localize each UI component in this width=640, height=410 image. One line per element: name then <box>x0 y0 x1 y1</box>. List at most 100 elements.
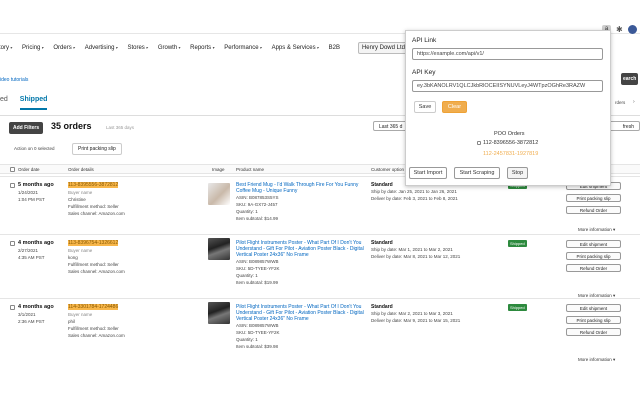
shipping-service: Standard <box>371 304 393 310</box>
asin: ASIN: B087853S5YS <box>236 195 279 200</box>
quantity: Quantity: 1 <box>236 209 258 214</box>
shipping-service: Standard <box>371 182 393 188</box>
order-age: 4 months ago <box>18 240 54 246</box>
product-name-line3[interactable]: Vertical Poster 24x36" No Frame <box>236 316 309 322</box>
asin: ASIN: B089857WWB <box>236 259 279 264</box>
item-subtotal: Item subtotal: $14.99 <box>236 216 279 221</box>
nav-growth[interactable]: Growth▾ <box>158 45 180 51</box>
table-row: 4 months ago 3/1/2021 2:36 AM PST 114-33… <box>0 298 640 410</box>
ship-by-date: Ship by date: Mar 2, 2021 to Mar 3, 2021 <box>371 311 453 316</box>
quantity: Quantity: 1 <box>236 337 258 342</box>
poo-order-id: 112-8396556-3872812 <box>483 140 539 146</box>
nav-reports[interactable]: Reports▾ <box>190 45 214 51</box>
product-image[interactable] <box>208 238 230 260</box>
more-information-label: More information <box>578 227 612 232</box>
nav-performance[interactable]: Performance▾ <box>224 45 261 51</box>
print-packing-slip-button[interactable]: Print packing slip <box>566 194 621 202</box>
status-badge: Shipped <box>508 240 527 247</box>
select-all-checkbox[interactable] <box>10 167 15 172</box>
row-checkbox[interactable] <box>10 305 15 310</box>
puzzle-icon[interactable]: ✱ <box>616 25 625 34</box>
fulfillment-method: Fulfillment method: Seller <box>68 326 119 331</box>
edit-shipment-button[interactable]: Edit shipment <box>566 304 621 312</box>
nav-advertising[interactable]: Advertising▾ <box>85 45 118 51</box>
add-filters-button[interactable]: Add Filters <box>9 122 44 134</box>
header-customer-option: Customer option <box>371 167 405 172</box>
api-key-label: API Key <box>412 69 436 76</box>
row-checkbox[interactable] <box>10 183 15 188</box>
nav-orders[interactable]: Orders▾ <box>53 45 74 51</box>
chevron-right-icon: › <box>633 99 635 105</box>
buyer-label: Buyer name <box>68 312 93 317</box>
order-age: 5 months ago <box>18 182 54 188</box>
more-information-link[interactable]: More information ▾ <box>578 227 615 233</box>
video-tutorials-link[interactable]: ideo tutorials <box>0 77 28 83</box>
row-checkbox[interactable] <box>10 241 15 246</box>
tab-unshipped[interactable]: ed <box>0 96 8 110</box>
buyer-name: Christine <box>68 197 86 202</box>
start-scraping-button[interactable]: Start Scraping <box>454 167 500 179</box>
edit-shipment-button[interactable]: Edit shipment <box>566 240 621 248</box>
stop-button[interactable]: Stop <box>507 167 528 179</box>
poo-orders-title: POO Orders <box>494 131 525 137</box>
header-order-details: Order details <box>68 167 94 172</box>
more-information-label: More information <box>578 357 612 362</box>
fulfillment-method: Fulfillment method: Seller <box>68 262 119 267</box>
nav-apps-services[interactable]: Apps & Services▾ <box>272 45 319 51</box>
extension-popup: API Link https://example.com/api/v1/ API… <box>405 30 611 186</box>
deliver-by-date: Deliver by date: Mar 8, 2021 to Mar 12, … <box>371 254 461 259</box>
product-name-line2[interactable]: Coffee Mug - Unique Funny <box>236 188 297 194</box>
sku: SKU: 5D-TYEE-YF2K <box>236 330 280 335</box>
refund-order-button[interactable]: Refund Order <box>566 328 621 336</box>
ship-by-date: Ship by date: Mar 1, 2021 to Mar 2, 2021 <box>371 247 453 252</box>
nav-b2b[interactable]: B2B <box>329 45 340 51</box>
quantity: Quantity: 1 <box>236 273 258 278</box>
api-link-input[interactable]: https://example.com/api/v1/ <box>412 48 603 60</box>
order-id-link[interactable]: 113-8395556-3872812 <box>68 182 119 188</box>
print-packing-slip-bulk[interactable]: Print packing slip <box>72 143 122 155</box>
product-image[interactable] <box>208 302 230 324</box>
poo-order-checkbox[interactable] <box>477 141 481 145</box>
order-time: 1:04 PM PST <box>18 197 45 202</box>
item-subtotal: Item subtotal: $19.99 <box>236 280 279 285</box>
seller-nav: tory▾ Pricing▾ Orders▾ Advertising▾ Stor… <box>0 39 420 57</box>
order-time: 2:36 AM PST <box>18 319 45 324</box>
date-range-select[interactable]: Last 365 d <box>373 121 407 131</box>
sales-channel: Sales channel: Amazon.com <box>68 333 125 338</box>
clear-button[interactable]: Clear <box>442 101 467 113</box>
search-button[interactable]: earch <box>621 73 639 85</box>
buyer-label: Buyer name <box>68 190 93 195</box>
asin: ASIN: B089857WWB <box>236 323 279 328</box>
shipping-service: Standard <box>371 240 393 246</box>
sku: SKU: 5D-TYEE-YF2K <box>236 266 280 271</box>
order-id-link[interactable]: 114-3301784-1724486 <box>68 304 119 310</box>
store-selector[interactable]: Henry Dowd Ltd <box>357 42 409 54</box>
order-id-link[interactable]: 113-8396754-1326612 <box>68 240 119 246</box>
print-packing-slip-button[interactable]: Print packing slip <box>566 316 621 324</box>
api-link-label: API Link <box>412 37 437 44</box>
print-packing-slip-button[interactable]: Print packing slip <box>566 252 621 260</box>
orders-count: 35 orders <box>51 121 92 131</box>
sales-channel: Sales channel: Amazon.com <box>68 211 125 216</box>
nav-pricing[interactable]: Pricing▾ <box>22 45 43 51</box>
refund-order-button[interactable]: Refund Order <box>566 206 621 214</box>
profile-icon[interactable] <box>628 25 637 34</box>
status-badge: Shipped <box>508 304 527 311</box>
chevron-down-icon: ▾ <box>613 227 616 232</box>
start-import-button[interactable]: Start Import <box>409 167 447 179</box>
buyer-label: Buyer name <box>68 248 93 253</box>
save-button[interactable]: Save <box>414 101 436 113</box>
order-time: 4:35 AM PST <box>18 255 45 260</box>
buyer-name: phil <box>68 319 76 324</box>
order-date: 2/27/2021 <box>18 248 39 253</box>
refund-order-button[interactable]: Refund Order <box>566 264 621 272</box>
product-name-line3[interactable]: Vertical Poster 24x36" No Frame <box>236 252 309 258</box>
api-key-input[interactable]: ey.3bKANOLRV1QLCJkbRlOCEIISYNUVLeyJ4WTpz… <box>412 80 603 92</box>
nav-stores[interactable]: Stores▾ <box>127 45 147 51</box>
tab-shipped[interactable]: Shipped <box>19 96 48 110</box>
more-information-link[interactable]: More information ▾ <box>578 357 615 363</box>
nav-inventory[interactable]: tory▾ <box>0 45 12 51</box>
chevron-down-icon: ▾ <box>613 357 616 362</box>
sales-channel: Sales channel: Amazon.com <box>68 269 125 274</box>
product-image[interactable] <box>208 183 230 205</box>
